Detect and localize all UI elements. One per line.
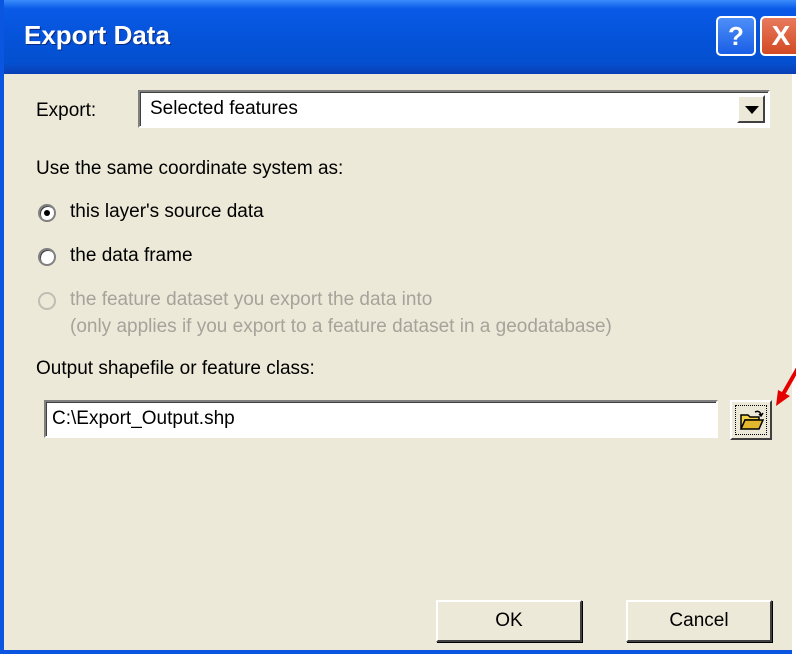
coordinate-heading: Use the same coordinate system as: [36,158,344,179]
export-label: Export: [36,100,97,121]
open-folder-icon [739,410,765,430]
window-title: Export Data [24,20,170,50]
radio-source-data-label[interactable]: this layer's source data [70,201,264,223]
help-button[interactable]: ? [716,16,756,56]
export-select[interactable]: Selected features [138,90,770,128]
output-label: Output shapefile or feature class: [36,358,315,379]
export-data-dialog: Export Data ? X Export: Selected feature… [0,0,796,654]
cancel-button[interactable]: Cancel [626,600,772,642]
radio-feature-dataset [38,292,56,310]
output-path-input[interactable]: C:\Export_Output.shp [44,400,718,438]
radio-feature-dataset-note: (only applies if you export to a feature… [70,316,612,337]
chevron-down-icon[interactable] [737,95,765,123]
radio-data-frame[interactable] [38,248,56,266]
radio-source-data[interactable] [38,204,56,222]
ok-button[interactable]: OK [436,600,582,642]
output-path-value: C:\Export_Output.shp [52,408,235,429]
radio-data-frame-label[interactable]: the data frame [70,245,193,267]
export-select-value: Selected features [150,98,298,119]
radio-feature-dataset-label: the feature dataset you export the data … [70,289,433,310]
browse-button[interactable] [730,400,772,440]
close-button[interactable]: X [760,16,796,56]
annotation-arrow [776,368,796,406]
title-bar[interactable]: Export Data ? X [4,0,796,74]
help-icon: ? [728,20,744,51]
close-icon: X [771,20,791,51]
